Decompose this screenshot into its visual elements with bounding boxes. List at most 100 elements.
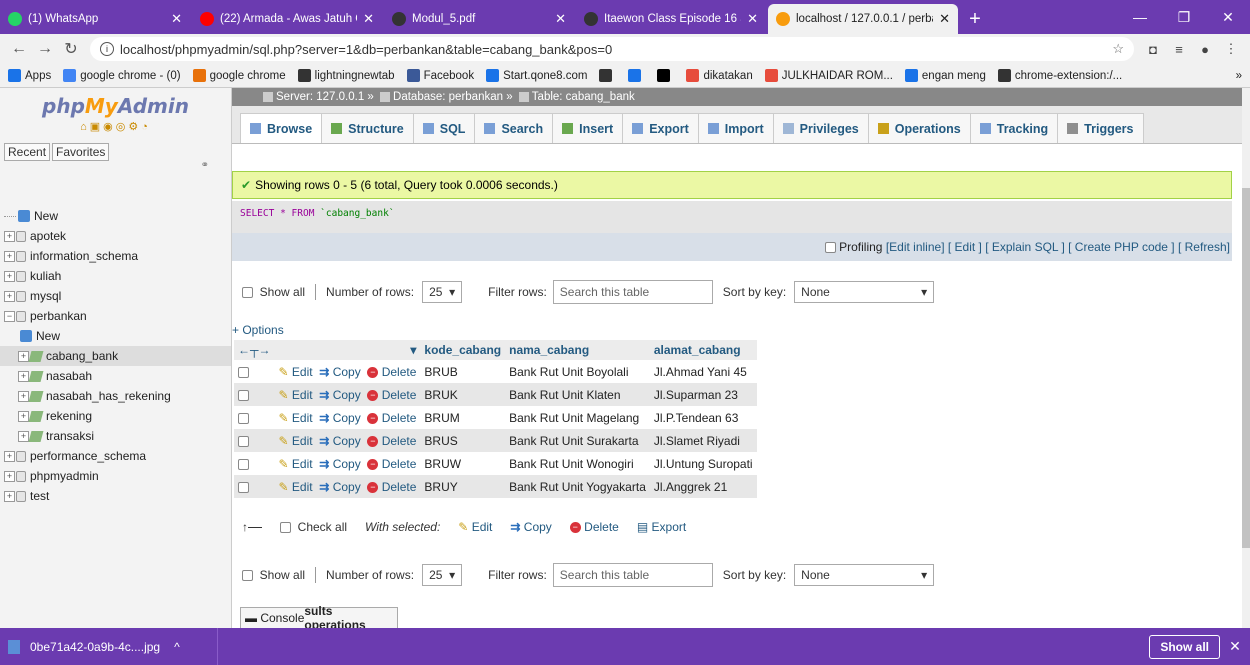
cell-nama-cabang[interactable]: Bank Rut Unit Wonogiri bbox=[505, 452, 650, 475]
reload-icon[interactable]: ↻ bbox=[58, 39, 84, 59]
delete-row-button[interactable]: − Delete bbox=[367, 480, 416, 494]
delete-row-button[interactable]: − Delete bbox=[367, 388, 416, 402]
bulk-edit-button[interactable]: ✎ Edit bbox=[458, 520, 492, 534]
show-all-checkbox[interactable] bbox=[242, 286, 253, 298]
collapse-icon[interactable]: − bbox=[4, 310, 15, 322]
bookmark-item[interactable]: Apps bbox=[8, 69, 51, 82]
copy-row-button[interactable]: ⇉ Copy bbox=[319, 480, 360, 494]
cell-kode-cabang[interactable]: BRUM bbox=[420, 406, 506, 429]
bookmark-item[interactable]: dikatakan bbox=[686, 69, 753, 82]
cell-kode-cabang[interactable]: BRUS bbox=[420, 429, 506, 452]
options-link[interactable]: + Options bbox=[232, 323, 284, 337]
edit-row-button[interactable]: ✎ Edit bbox=[279, 434, 313, 448]
phpmyadmin-logo[interactable]: phpMyAdmin bbox=[0, 94, 231, 118]
expand-icon[interactable]: + bbox=[18, 390, 29, 402]
edit-row-button[interactable]: ✎ Edit bbox=[279, 365, 313, 379]
row-checkbox[interactable] bbox=[238, 412, 249, 424]
close-tab-icon[interactable]: ✕ bbox=[747, 11, 758, 27]
tree-item-nasabah[interactable]: + nasabah bbox=[0, 366, 231, 386]
tree-item-apotek[interactable]: + apotek bbox=[0, 226, 231, 246]
delete-row-button[interactable]: − Delete bbox=[367, 365, 416, 379]
bookmark-item[interactable]: google chrome - (0) bbox=[63, 69, 181, 82]
delete-row-button[interactable]: − Delete bbox=[367, 411, 416, 425]
info-icon[interactable]: i bbox=[100, 42, 114, 56]
cell-alamat-cabang[interactable]: Jl.Suparman 23 bbox=[649, 383, 757, 406]
expand-icon[interactable]: + bbox=[4, 250, 15, 262]
maximize-icon[interactable]: ❐ bbox=[1162, 9, 1206, 26]
tree-item-new[interactable]: New bbox=[0, 326, 231, 346]
browser-tab[interactable]: localhost / 127.0.0.1 / perbank ✕ bbox=[768, 4, 958, 34]
breadcrumb-database[interactable]: Database: perbankan bbox=[393, 91, 503, 103]
delete-row-button[interactable]: − Delete bbox=[367, 434, 416, 448]
tree-item-performance-schema[interactable]: + performance_schema bbox=[0, 446, 231, 466]
expand-icon[interactable]: + bbox=[18, 350, 29, 362]
cell-nama-cabang[interactable]: Bank Rut Unit Boyolali bbox=[505, 360, 650, 383]
tree-item-rekening[interactable]: + rekening bbox=[0, 406, 231, 426]
column-header[interactable]: alamat_cabang bbox=[649, 340, 757, 360]
bookmark-item[interactable] bbox=[599, 69, 616, 82]
close-tab-icon[interactable]: ✕ bbox=[363, 11, 374, 27]
breadcrumb-table[interactable]: Table: cabang_bank bbox=[532, 91, 635, 103]
row-checkbox[interactable] bbox=[238, 458, 249, 470]
tab-browse[interactable]: Browse bbox=[240, 113, 323, 143]
expand-icon[interactable]: + bbox=[18, 410, 29, 422]
recent-tab[interactable]: Recent bbox=[4, 143, 51, 161]
cell-alamat-cabang[interactable]: Jl.Untung Suropati bbox=[649, 452, 757, 475]
sort-by-key-select[interactable]: None ▾ bbox=[794, 564, 935, 586]
cell-kode-cabang[interactable]: BRUK bbox=[420, 383, 506, 406]
expand-icon[interactable]: + bbox=[4, 270, 15, 282]
cell-kode-cabang[interactable]: BRUY bbox=[420, 475, 506, 498]
bookmark-item[interactable]: Start.qone8.com bbox=[486, 69, 587, 82]
query-links[interactable]: [Edit inline] [ Edit ] [ Explain SQL ] [… bbox=[886, 240, 1230, 254]
edit-row-button[interactable]: ✎ Edit bbox=[279, 480, 313, 494]
expand-icon[interactable]: + bbox=[18, 430, 29, 442]
tab-sql[interactable]: SQL bbox=[412, 113, 476, 143]
filter-rows-input[interactable]: Search this table bbox=[552, 563, 713, 587]
delete-row-button[interactable]: − Delete bbox=[367, 457, 416, 471]
close-tab-icon[interactable]: ✕ bbox=[555, 11, 566, 27]
column-header[interactable]: nama_cabang bbox=[505, 340, 650, 360]
row-checkbox[interactable] bbox=[238, 435, 249, 447]
tab-tracking[interactable]: Tracking bbox=[969, 113, 1059, 143]
bookmark-item[interactable] bbox=[628, 69, 645, 82]
tab-search[interactable]: Search bbox=[474, 113, 554, 143]
menu-icon[interactable]: ⋮ bbox=[1218, 41, 1244, 57]
copy-row-button[interactable]: ⇉ Copy bbox=[319, 434, 360, 448]
browser-tab[interactable]: Itaewon Class Episode 16 Subti ✕ bbox=[576, 4, 766, 34]
cell-nama-cabang[interactable]: Bank Rut Unit Surakarta bbox=[505, 429, 650, 452]
close-tab-icon[interactable]: ✕ bbox=[939, 11, 950, 27]
chevron-up-icon[interactable]: ^ bbox=[174, 640, 180, 654]
bookmark-star-icon[interactable]: ☆ bbox=[1112, 41, 1124, 57]
cell-kode-cabang[interactable]: BRUW bbox=[420, 452, 506, 475]
check-all-label[interactable]: Check all bbox=[298, 520, 347, 534]
tab-privileges[interactable]: Privileges bbox=[772, 113, 869, 143]
expand-icon[interactable]: + bbox=[18, 370, 29, 382]
back-icon[interactable]: ← bbox=[6, 40, 32, 58]
scrollbar[interactable] bbox=[1242, 88, 1250, 628]
check-all-checkbox[interactable] bbox=[280, 521, 291, 533]
cell-nama-cabang[interactable]: Bank Rut Unit Yogyakarta bbox=[505, 475, 650, 498]
sql-query[interactable]: SELECT * FROM `cabang_bank` bbox=[240, 208, 395, 219]
scrollbar-thumb[interactable] bbox=[1242, 188, 1250, 548]
tree-item-nasabah-has-rekening[interactable]: + nasabah_has_rekening bbox=[0, 386, 231, 406]
console-button[interactable]: ▬ Console sults operations bbox=[240, 604, 398, 628]
close-icon[interactable]: ✕ bbox=[1220, 638, 1250, 655]
favorites-tab[interactable]: Favorites bbox=[52, 143, 110, 161]
sort-dropdown-icon[interactable]: ▾ bbox=[274, 340, 421, 360]
close-window-icon[interactable]: ✕ bbox=[1206, 9, 1250, 26]
tab-triggers[interactable]: Triggers bbox=[1057, 113, 1144, 143]
address-bar[interactable]: i localhost/phpmyadmin/sql.php?server=1&… bbox=[90, 37, 1134, 61]
filter-rows-input[interactable]: Search this table bbox=[552, 280, 713, 304]
quick-links-icons[interactable]: ⌂▣◉◎⚙◔ bbox=[0, 120, 231, 133]
show-all-checkbox[interactable] bbox=[242, 569, 253, 581]
show-all-downloads-button[interactable]: Show all bbox=[1149, 634, 1220, 659]
tree-item-mysql[interactable]: + mysql bbox=[0, 286, 231, 306]
breadcrumb-server[interactable]: Server: 127.0.0.1 bbox=[276, 91, 364, 103]
tab-structure[interactable]: Structure bbox=[321, 113, 414, 143]
download-item[interactable]: 0be71a42-0a9b-4c....jpg ^ bbox=[8, 628, 218, 665]
bookmark-item[interactable]: chrome-extension:/... bbox=[997, 69, 1122, 82]
close-tab-icon[interactable]: ✕ bbox=[171, 11, 182, 27]
tree-item-phpmyadmin[interactable]: + phpmyadmin bbox=[0, 466, 231, 486]
column-arrows[interactable]: ←┬→ bbox=[234, 340, 275, 360]
cell-nama-cabang[interactable]: Bank Rut Unit Magelang bbox=[505, 406, 650, 429]
